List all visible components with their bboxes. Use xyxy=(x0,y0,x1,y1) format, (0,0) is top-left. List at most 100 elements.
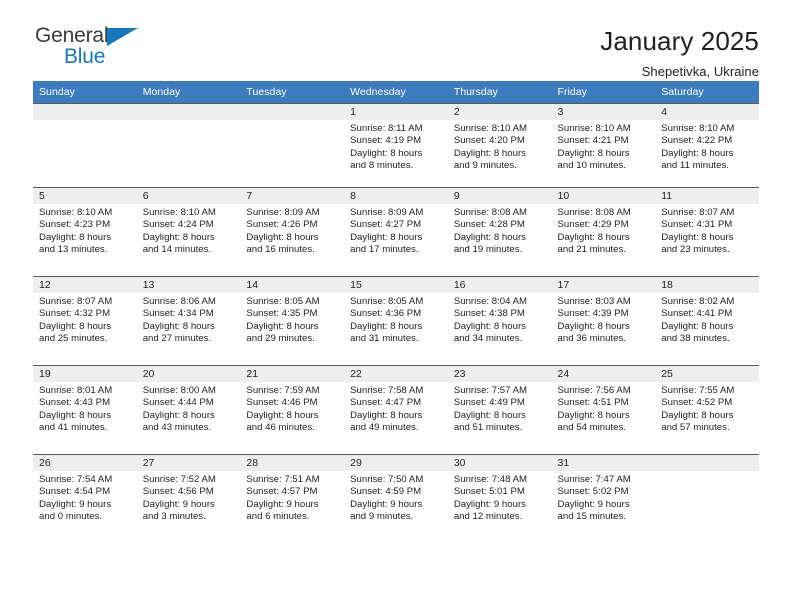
day-detail-cell[interactable]: Sunrise: 7:54 AM Sunset: 4:54 PM Daylight:… xyxy=(33,470,137,544)
day-detail-cell[interactable]: Sunrise: 8:11 AM Sunset: 4:19 PM Daylight:… xyxy=(344,119,448,188)
day-detail-cell[interactable]: Sunrise: 8:08 AM Sunset: 4:28 PM Daylight:… xyxy=(447,203,552,277)
day-number-cell[interactable]: 1 xyxy=(344,103,448,120)
day-detail-lines: Sunrise: 7:58 AM Sunset: 4:47 PM Daylight:… xyxy=(350,385,442,435)
day-number-cell[interactable]: 20 xyxy=(136,365,241,382)
day-detail-line: Sunrise: 8:10 AM xyxy=(142,206,216,218)
day-detail-line: Sunset: 4:52 PM xyxy=(661,397,733,409)
day-number-cell[interactable]: 26 xyxy=(33,454,137,471)
day-detail-line: Sunset: 5:02 PM xyxy=(557,486,629,498)
day-number-cell[interactable]: 5 xyxy=(33,187,137,204)
day-number-cell[interactable]: 15 xyxy=(344,276,448,293)
day-detail-lines: Sunrise: 8:04 AM Sunset: 4:38 PM Daylight:… xyxy=(454,296,546,346)
day-detail-line: Sunset: 4:27 PM xyxy=(350,219,422,231)
day-detail-cell[interactable]: Sunrise: 8:08 AM Sunset: 4:29 PM Daylight:… xyxy=(551,203,656,277)
day-detail-cell[interactable]: Sunrise: 7:58 AM Sunset: 4:47 PM Daylight:… xyxy=(344,381,448,455)
day-detail-cell[interactable]: Sunrise: 7:47 AM Sunset: 5:02 PM Daylight:… xyxy=(551,470,656,544)
day-detail-lines: Sunrise: 8:00 AM Sunset: 4:44 PM Daylight:… xyxy=(143,385,235,435)
weekday-header-cell: Sunday xyxy=(33,81,137,104)
day-detail-cell[interactable]: Sunrise: 8:09 AM Sunset: 4:26 PM Daylight:… xyxy=(240,203,345,277)
day-number-cell[interactable]: 6 xyxy=(136,187,241,204)
day-detail-lines: Sunrise: 8:10 AM Sunset: 4:22 PM Daylight:… xyxy=(661,123,753,173)
day-detail-line: Sunset: 4:31 PM xyxy=(661,219,733,231)
day-detail-line: Daylight: 8 hours xyxy=(661,320,734,332)
day-detail-line: and 9 minutes. xyxy=(350,511,414,523)
day-detail-cell-empty xyxy=(33,119,137,188)
day-number-cell[interactable]: 24 xyxy=(551,365,656,382)
day-detail-cell[interactable]: Sunrise: 7:59 AM Sunset: 4:46 PM Daylight:… xyxy=(240,381,345,455)
day-number-cell[interactable]: 8 xyxy=(344,187,448,204)
day-detail-line: Sunset: 4:57 PM xyxy=(246,486,318,498)
day-number-cell[interactable]: 14 xyxy=(240,276,345,293)
brand-logo[interactable]: General Blue xyxy=(33,25,163,73)
day-detail-line: and 51 minutes. xyxy=(453,422,523,434)
day-detail-line: and 23 minutes. xyxy=(661,244,730,256)
day-detail-cell[interactable]: Sunrise: 8:06 AM Sunset: 4:34 PM Daylight:… xyxy=(136,292,241,366)
day-detail-cell[interactable]: Sunrise: 8:07 AM Sunset: 4:31 PM Daylight:… xyxy=(655,203,759,277)
day-detail-cell[interactable]: Sunrise: 7:52 AM Sunset: 4:56 PM Daylight:… xyxy=(136,470,241,544)
day-number-cell[interactable]: 9 xyxy=(447,187,552,204)
day-detail-cell[interactable]: Sunrise: 7:57 AM Sunset: 4:49 PM Daylight:… xyxy=(447,381,552,455)
day-detail-cell[interactable]: Sunrise: 7:48 AM Sunset: 5:01 PM Daylight:… xyxy=(447,470,552,544)
day-detail-line: Sunset: 4:59 PM xyxy=(350,486,422,498)
day-detail-cell[interactable]: Sunrise: 8:10 AM Sunset: 4:20 PM Daylight:… xyxy=(447,119,552,188)
day-detail-line: Daylight: 8 hours xyxy=(453,231,526,243)
day-detail-cell[interactable]: Sunrise: 8:09 AM Sunset: 4:27 PM Daylight:… xyxy=(344,203,448,277)
day-number-cell[interactable]: 30 xyxy=(447,454,552,471)
day-detail-cell[interactable]: Sunrise: 7:50 AM Sunset: 4:59 PM Daylight:… xyxy=(344,470,448,544)
weekday-header-cell: Saturday xyxy=(655,81,759,104)
day-number-cell[interactable]: 4 xyxy=(655,103,759,120)
day-detail-cell[interactable]: Sunrise: 7:55 AM Sunset: 4:52 PM Daylight:… xyxy=(655,381,759,455)
day-number-cell[interactable]: 17 xyxy=(551,276,656,293)
day-detail-cell[interactable]: Sunrise: 8:01 AM Sunset: 4:43 PM Daylight:… xyxy=(33,381,137,455)
day-detail-line: Sunset: 4:23 PM xyxy=(39,219,111,231)
day-detail-line: Sunrise: 8:10 AM xyxy=(557,122,631,134)
day-detail-line: Sunset: 4:46 PM xyxy=(246,397,318,409)
day-number-cell[interactable]: 21 xyxy=(240,365,345,382)
week-daynumber-row: 26 27 28 29 30 31 xyxy=(33,454,759,471)
day-detail-line: Daylight: 8 hours xyxy=(142,409,215,421)
day-detail-line: Daylight: 8 hours xyxy=(350,320,423,332)
day-detail-cell[interactable]: Sunrise: 8:10 AM Sunset: 4:21 PM Daylight:… xyxy=(551,119,656,188)
day-detail-cell[interactable]: Sunrise: 8:10 AM Sunset: 4:22 PM Daylight:… xyxy=(655,119,759,188)
day-detail-lines: Sunrise: 8:10 AM Sunset: 4:20 PM Daylight:… xyxy=(454,123,546,173)
day-number-cell[interactable]: 28 xyxy=(240,454,345,471)
day-detail-cell[interactable]: Sunrise: 8:05 AM Sunset: 4:35 PM Daylight:… xyxy=(240,292,345,366)
day-number-cell[interactable]: 31 xyxy=(551,454,656,471)
day-number-cell[interactable]: 16 xyxy=(447,276,552,293)
day-detail-line: Sunset: 4:36 PM xyxy=(350,308,422,320)
day-number-cell[interactable]: 27 xyxy=(136,454,241,471)
day-number-cell[interactable]: 10 xyxy=(551,187,656,204)
calendar-body: 1 2 3 4 Sunrise: 8:11 AM Sunset: 4:19 PM Dayli… xyxy=(33,103,759,544)
day-number-cell[interactable]: 19 xyxy=(33,365,137,382)
day-detail-line: and 49 minutes. xyxy=(350,422,419,434)
title-block: January 2025 Shepetivka, Ukraine xyxy=(600,25,759,79)
day-detail-cell[interactable]: Sunrise: 8:04 AM Sunset: 4:38 PM Daylight:… xyxy=(447,292,552,366)
day-number-cell[interactable]: 18 xyxy=(655,276,759,293)
day-number-cell[interactable]: 25 xyxy=(655,365,759,382)
day-detail-cell[interactable]: Sunrise: 8:00 AM Sunset: 4:44 PM Daylight:… xyxy=(136,381,241,455)
day-detail-line: Sunrise: 7:52 AM xyxy=(142,473,216,485)
day-detail-cell[interactable]: Sunrise: 8:05 AM Sunset: 4:36 PM Daylight:… xyxy=(344,292,448,366)
day-number-cell[interactable]: 29 xyxy=(344,454,448,471)
day-number-cell[interactable]: 7 xyxy=(240,187,345,204)
day-detail-cell[interactable]: Sunrise: 8:07 AM Sunset: 4:32 PM Daylight:… xyxy=(33,292,137,366)
week-daynumber-row: 12 13 14 15 16 17 18 xyxy=(33,276,759,293)
day-detail-cell[interactable]: Sunrise: 8:10 AM Sunset: 4:24 PM Daylight:… xyxy=(136,203,241,277)
day-number-cell[interactable]: 23 xyxy=(447,365,552,382)
day-detail-lines: Sunrise: 7:54 AM Sunset: 4:54 PM Daylight:… xyxy=(39,474,131,524)
day-number-cell[interactable]: 2 xyxy=(447,103,552,120)
day-detail-cell-empty xyxy=(655,470,759,544)
day-number-cell[interactable]: 12 xyxy=(33,276,137,293)
day-detail-line: and 21 minutes. xyxy=(557,244,626,256)
day-number-cell[interactable]: 3 xyxy=(551,103,656,120)
day-detail-cell[interactable]: Sunrise: 7:51 AM Sunset: 4:57 PM Daylight:… xyxy=(240,470,345,544)
weekday-header-cell: Monday xyxy=(136,81,241,104)
day-detail-cell[interactable]: Sunrise: 8:03 AM Sunset: 4:39 PM Daylight:… xyxy=(551,292,656,366)
day-detail-cell[interactable]: Sunrise: 8:10 AM Sunset: 4:23 PM Daylight:… xyxy=(33,203,137,277)
day-number-cell[interactable]: 11 xyxy=(655,187,759,204)
day-number-cell[interactable]: 22 xyxy=(344,365,448,382)
day-detail-cell[interactable]: Sunrise: 7:56 AM Sunset: 4:51 PM Daylight:… xyxy=(551,381,656,455)
day-detail-cell[interactable]: Sunrise: 8:02 AM Sunset: 4:41 PM Daylight:… xyxy=(655,292,759,366)
day-detail-line: Sunrise: 8:07 AM xyxy=(661,206,735,218)
day-number-cell[interactable]: 13 xyxy=(136,276,241,293)
